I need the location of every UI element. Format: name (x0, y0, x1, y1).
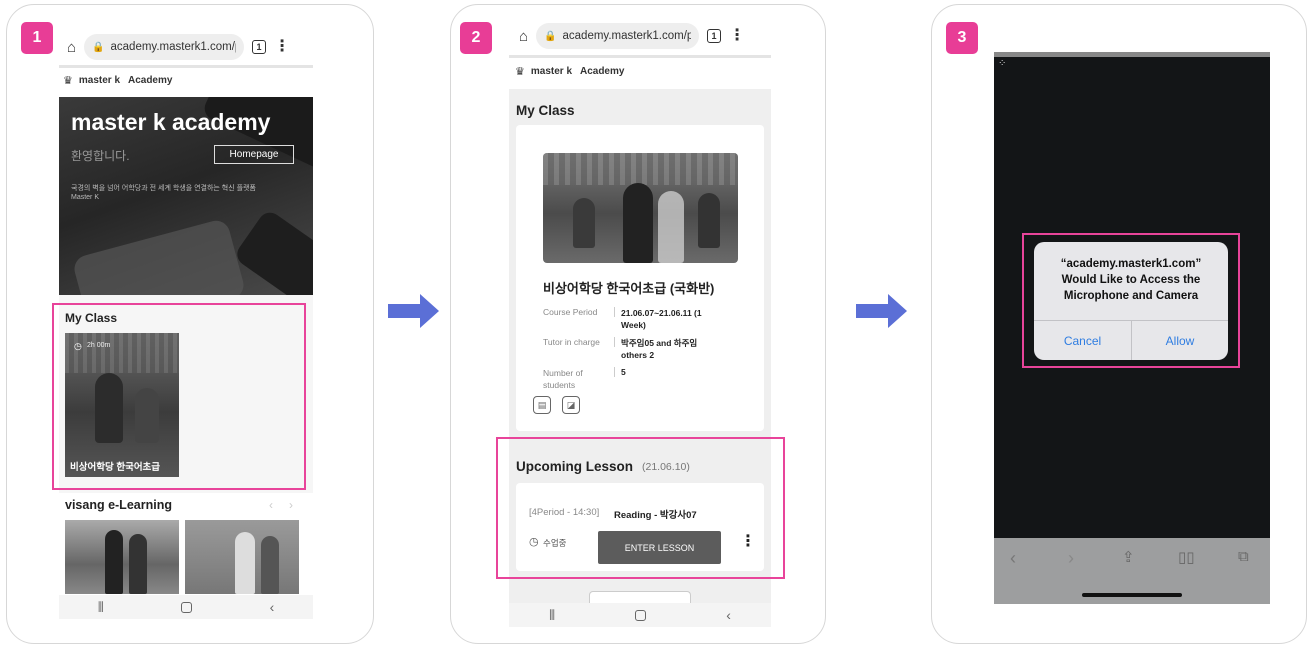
page-divider (59, 65, 313, 68)
tutor-sep (614, 337, 615, 347)
arrow-1-to-2 (388, 294, 439, 328)
home-nav-icon[interactable] (635, 609, 647, 621)
step-3-badge: 3 (946, 22, 978, 54)
my-class-heading: My Class (516, 103, 575, 118)
period-sep (614, 307, 615, 317)
home-indicator (1082, 593, 1182, 597)
step-1-badge: 1 (21, 22, 53, 54)
step-3-panel: 3 ⁘ “academy.masterk1.com” Would Like to… (931, 4, 1307, 644)
step-2-badge: 2 (460, 22, 492, 54)
forward-icon[interactable]: › (1068, 548, 1074, 569)
tab-count-button[interactable]: 1 (252, 40, 267, 54)
share-icon[interactable]: ⇪ (1122, 548, 1135, 566)
elearning-thumb-1[interactable] (65, 520, 179, 594)
hero-deco-3 (232, 208, 313, 295)
course-title: 비상어학당 한국어초급 (국화반) (543, 281, 715, 296)
homepage-button[interactable]: Homepage (214, 145, 294, 164)
back-icon[interactable]: ‹ (1010, 548, 1016, 569)
tab-count-button[interactable]: 1 (707, 29, 722, 43)
document-icon[interactable]: ◪ (562, 396, 580, 414)
page-divider (509, 55, 771, 58)
highlight-permission-dialog (1022, 233, 1240, 368)
elearning-thumb-2[interactable] (185, 520, 299, 594)
back-nav-icon[interactable]: ‹ (270, 599, 275, 615)
elearning-thumb-1-deco-1 (105, 530, 123, 594)
prev-arrow-icon[interactable]: ‹ (269, 498, 273, 512)
browser-toolbar: ⌂ 🔒 academy.masterk1.com/pa 1 ⋮ (519, 22, 769, 50)
brand-text: master k Academy (78, 75, 173, 86)
brand-logo[interactable]: ♛ master k Academy (515, 65, 624, 78)
recent-apps-icon[interactable]: ⦀ (98, 599, 104, 616)
course-card[interactable]: 비상어학당 한국어초급 (국화반) Course Period 21.06.07… (516, 125, 764, 431)
status-strip (994, 52, 1270, 57)
course-image-deco-4 (573, 198, 595, 248)
back-nav-icon[interactable]: ‹ (726, 607, 731, 623)
recent-apps-icon[interactable]: ⦀ (549, 607, 555, 624)
url-text: academy.masterk1.com/pa (110, 41, 237, 53)
brand-logo[interactable]: ♛ master k Academy (63, 74, 172, 87)
hero-title: master k academy (71, 109, 271, 135)
tabs-icon[interactable]: ⧉ (1238, 548, 1249, 565)
hero-description-2: Master K (71, 194, 100, 201)
android-nav-bar: ⦀ ‹ (59, 595, 313, 619)
course-image (543, 153, 738, 263)
address-bar[interactable]: 🔒 academy.masterk1.com/pa (536, 23, 700, 49)
lock-icon: 🔒 (544, 30, 557, 42)
home-icon[interactable]: ⌂ (67, 39, 76, 56)
hero-deco-2 (71, 217, 247, 295)
lock-icon: 🔒 (92, 41, 105, 53)
students-label: Number of students (543, 368, 583, 390)
url-text: academy.masterk1.com/pa (562, 30, 692, 42)
arrow-2-to-3 (856, 294, 907, 328)
loading-spinner-icon: ⁘ (998, 58, 1007, 69)
hero-welcome: 환영합니다. (71, 149, 130, 163)
safari-toolbar: ‹ › ⇪ ▯▯ ⧉ (994, 538, 1270, 604)
hero-banner: master k academy 환영합니다. Homepage 국경의 벽을 … (59, 97, 313, 295)
browser-toolbar: ⌂ 🔒 academy.masterk1.com/pa 1 ⋮ (67, 33, 317, 61)
period-value: 21.06.07~21.06.11 (1 Week) (621, 308, 702, 330)
hero-description: 국경의 벽을 넘어 어학당과 전 세계 학생을 연결하는 혁신 플랫폼 (71, 185, 256, 192)
brand-text: master k Academy (530, 66, 625, 77)
home-nav-icon[interactable] (181, 601, 193, 613)
elearning-thumb-1-deco-2 (129, 534, 147, 594)
step-2-panel: 2 ⌂ 🔒 academy.masterk1.com/pa 1 ⋮ ♛ mast… (450, 4, 826, 644)
logo-icon: ♛ (515, 66, 525, 78)
elearning-thumb-2-deco-1 (235, 532, 255, 594)
students-value: 5 (621, 367, 626, 377)
address-bar[interactable]: 🔒 academy.masterk1.com/pa (84, 34, 245, 60)
course-image-deco-1 (543, 153, 738, 185)
step-1-panel: 1 ⌂ 🔒 academy.masterk1.com/pa 1 ⋮ ♛ mast… (6, 4, 374, 644)
more-menu-icon[interactable]: ⋮ (729, 28, 745, 44)
bookmarks-icon[interactable]: ▯▯ (1178, 548, 1195, 566)
course-image-deco-5 (698, 193, 720, 248)
students-sep (614, 367, 615, 377)
tutor-value: 박주임05 and 하주임 others 2 (621, 338, 698, 360)
highlight-upcoming-lesson (496, 437, 785, 579)
home-icon[interactable]: ⌂ (519, 28, 528, 45)
logo-icon: ♛ (63, 75, 73, 87)
tutor-label: Tutor in charge (543, 337, 600, 347)
course-image-deco-3 (658, 191, 684, 263)
more-menu-icon[interactable]: ⋮ (274, 39, 290, 55)
highlight-my-class (52, 303, 306, 490)
android-nav-bar: ⦀ ‹ (509, 603, 771, 627)
elearning-heading: visang e-Learning (65, 498, 172, 512)
next-arrow-icon[interactable]: › (289, 498, 293, 512)
course-image-deco-2 (623, 183, 653, 263)
elearning-thumb-2-deco-2 (261, 536, 279, 594)
calendar-icon[interactable]: ▤ (533, 396, 551, 414)
period-label: Course Period (543, 307, 598, 317)
